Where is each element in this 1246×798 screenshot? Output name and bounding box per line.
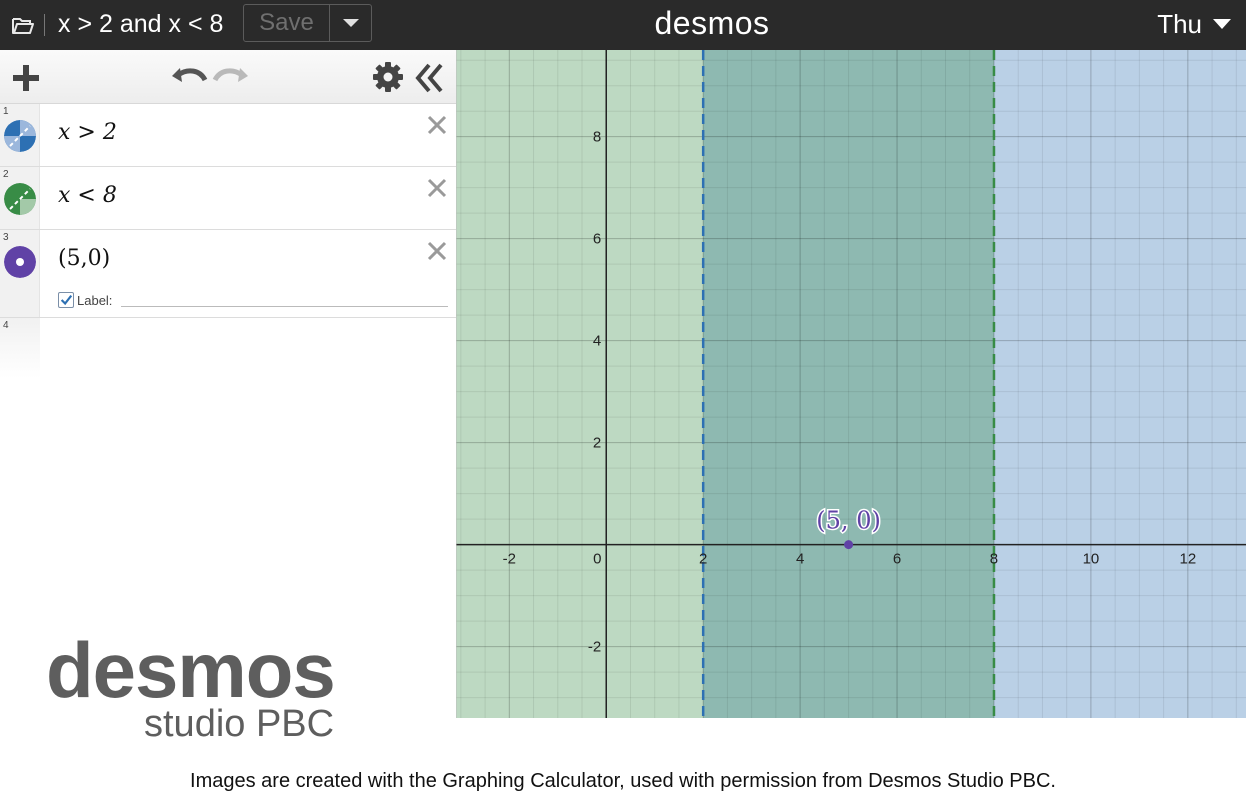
expression-number: 2	[3, 169, 9, 180]
region-color-icon[interactable]	[4, 183, 36, 215]
add-expression-icon[interactable]	[10, 62, 42, 94]
point-color-icon[interactable]	[4, 246, 36, 278]
expression-row[interactable]: 1 x > 2	[0, 104, 456, 167]
x-tick-label: 0	[593, 551, 601, 568]
y-tick-label: 2	[593, 435, 601, 452]
attribution-caption: Images are created with the Graphing Cal…	[190, 770, 1056, 792]
expression-toolbar	[0, 50, 456, 104]
caret-down-icon	[342, 19, 359, 27]
label-input-field[interactable]	[121, 306, 448, 307]
x-tick-label: 6	[893, 551, 901, 568]
desmos-studio-logo: desmos studio PBC	[46, 630, 346, 750]
expression-gutter: 4	[0, 318, 40, 378]
point-label: (5, 0)	[816, 507, 881, 535]
x-tick-label: 4	[796, 551, 804, 568]
save-button[interactable]: Save	[244, 5, 330, 41]
delete-expression-icon[interactable]	[426, 114, 448, 136]
expression-input[interactable]: x < 8	[58, 183, 117, 208]
undo-icon[interactable]	[170, 62, 208, 90]
point-marker	[844, 540, 854, 550]
graph-title[interactable]: x > 2 and x < 8	[58, 8, 223, 40]
region-color-icon[interactable]	[4, 120, 36, 152]
x-tick-label: 12	[1179, 551, 1196, 568]
x-tick-label: -2	[503, 551, 516, 568]
y-tick-label: -2	[588, 639, 601, 656]
expression-input[interactable]: x > 2	[58, 120, 117, 145]
desmos-brand-logo: desmos	[654, 5, 770, 41]
user-name: Thu	[1157, 9, 1202, 39]
expression-number: 1	[3, 106, 9, 117]
settings-gear-icon[interactable]	[372, 61, 404, 93]
x-tick-label: 2	[699, 551, 707, 568]
expression-number: 3	[3, 232, 9, 243]
y-tick-label: 4	[593, 333, 601, 350]
collapse-panel-icon[interactable]	[414, 62, 446, 94]
expression-input[interactable]: (5,0)	[58, 246, 110, 271]
redo-icon[interactable]	[212, 62, 250, 90]
expression-row[interactable]: 2 x < 8	[0, 167, 456, 230]
x-tick-label: 8	[990, 551, 998, 568]
delete-expression-icon[interactable]	[426, 240, 448, 262]
title-separator	[44, 14, 45, 36]
user-menu[interactable]: Thu	[1157, 8, 1232, 40]
y-tick-label: 6	[593, 231, 601, 248]
checkbox-checked-icon[interactable]	[58, 292, 74, 308]
delete-expression-icon[interactable]	[426, 177, 448, 199]
x-tick-label: 10	[1083, 551, 1100, 568]
y-tick-label: 8	[593, 129, 601, 146]
expression-list: 1 x > 2 2 x < 8 3 (5,0) Label: 4	[0, 104, 456, 378]
expression-number: 4	[3, 320, 9, 331]
label-toggle[interactable]: Label:	[58, 290, 112, 310]
caret-down-icon	[1213, 19, 1231, 29]
empty-expression-row[interactable]: 4	[0, 318, 456, 378]
top-bar: x > 2 and x < 8 Save desmos Thu	[0, 0, 1246, 50]
save-button-group: Save	[243, 4, 372, 42]
logo-subtitle: studio PBC	[144, 703, 335, 745]
inequality-region	[456, 50, 994, 718]
save-dropdown-button[interactable]	[330, 5, 371, 41]
graph-canvas[interactable]: -2 0 2 4 6 8 10 12 8 6 4 2 -2 (5, 0)	[456, 50, 1246, 718]
label-text: Label:	[77, 292, 113, 308]
folder-open-icon[interactable]	[10, 12, 36, 38]
expression-row[interactable]: 3 (5,0) Label:	[0, 230, 456, 318]
inequality-regions	[456, 50, 1246, 718]
expression-panel: 1 x > 2 2 x < 8 3 (5,0) Label: 4 desmos …	[0, 50, 456, 744]
logo-wordmark: desmos	[46, 626, 336, 714]
